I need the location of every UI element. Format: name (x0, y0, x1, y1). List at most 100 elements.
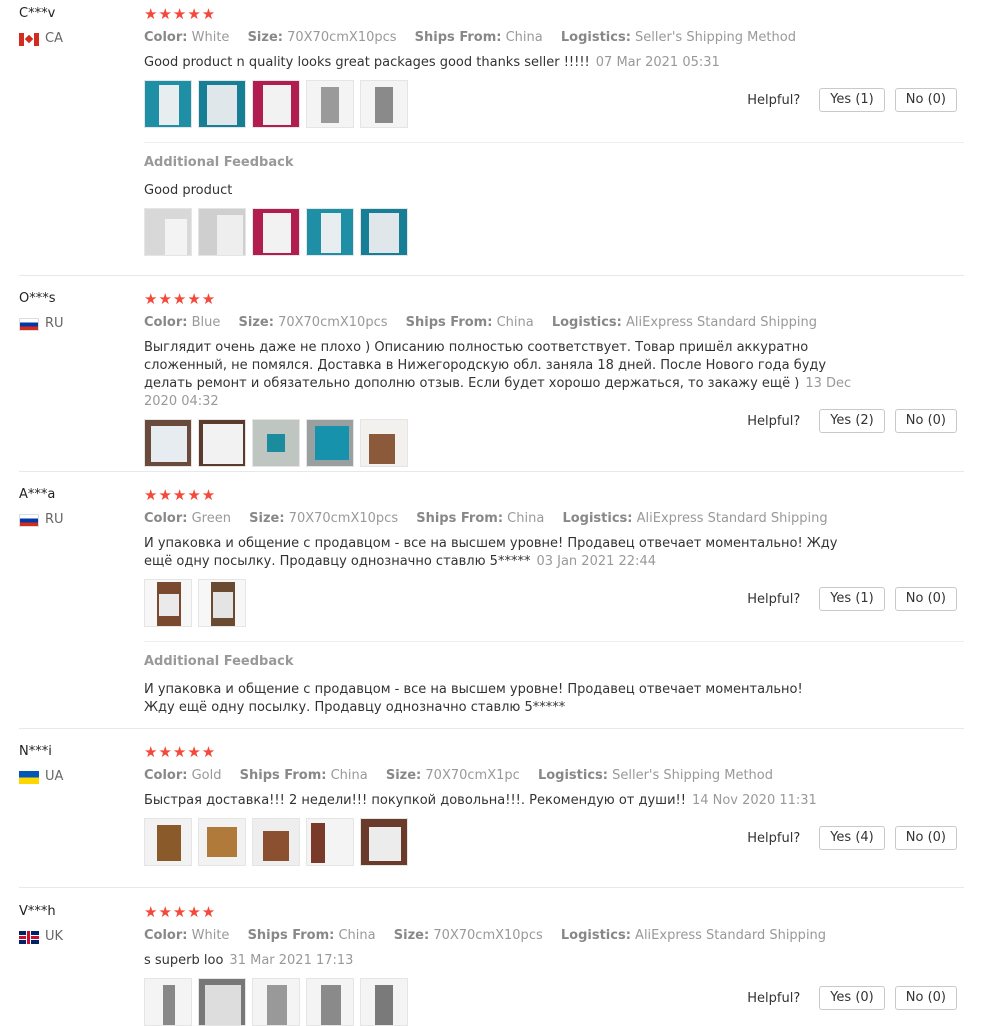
review-body: s superb loo (144, 953, 224, 968)
review-photo[interactable] (306, 978, 354, 1026)
review-photo[interactable] (198, 579, 246, 627)
review-photo[interactable] (252, 978, 300, 1026)
helpful-controls: Helpful? Yes (2) No (0) (747, 409, 957, 433)
country-code: UK (45, 929, 64, 944)
logistics-label: Logistics: (537, 768, 608, 783)
color-value: Gold (191, 768, 222, 783)
helpful-label: Helpful? (747, 591, 801, 607)
review-photo[interactable] (360, 80, 408, 128)
color-label: Color: (144, 315, 188, 330)
reviewer-info: A***a RU (19, 487, 64, 528)
ships-from-label: Ships From: (405, 315, 493, 330)
size-label: Size: (247, 30, 283, 45)
size-label: Size: (238, 315, 274, 330)
uk-flag-icon (19, 930, 39, 944)
reviewer-name: V***h (19, 904, 56, 919)
ships-from-label: Ships From: (414, 30, 502, 45)
size-value: 70X70cmX10pcs (288, 511, 399, 526)
additional-feedback-text: И упаковка и общение с продавцом - все н… (144, 682, 803, 715)
star-rating: ★★★★★ (144, 486, 217, 504)
country-code: UA (45, 769, 64, 784)
reviewer-country: UA (19, 769, 63, 785)
reviewer-info: N***i UA (19, 744, 63, 785)
review-photo[interactable] (144, 818, 192, 866)
reviewer-country: RU (19, 316, 64, 332)
review-text: Good product n quality looks great packa… (144, 54, 864, 72)
review-photo[interactable] (198, 978, 246, 1026)
review-date: 03 Jan 2021 22:44 (536, 554, 656, 569)
size-label: Size: (249, 511, 285, 526)
canada-flag-icon (19, 32, 39, 46)
review-photo[interactable] (306, 80, 354, 128)
logistics-label: Logistics: (562, 511, 633, 526)
helpful-no-button[interactable]: No (0) (894, 986, 957, 1010)
review-photo[interactable] (144, 80, 192, 128)
review-photo[interactable] (252, 208, 300, 256)
helpful-yes-button[interactable]: Yes (1) (819, 587, 885, 611)
helpful-no-button[interactable]: No (0) (894, 826, 957, 850)
logistics-value: AliExpress Standard Shipping (636, 511, 828, 526)
size-label: Size: (385, 768, 422, 783)
review-photo[interactable] (144, 579, 192, 627)
review-photo[interactable] (144, 419, 192, 467)
review-photo[interactable] (198, 818, 246, 866)
helpful-label: Helpful? (747, 413, 801, 429)
color-label: Color: (144, 768, 188, 783)
ships-from-label: Ships From: (239, 768, 327, 783)
review-content: ★★★★★ Color: Blue Size: 70X70cmX10pcs Sh… (144, 291, 964, 467)
logistics-label: Logistics: (560, 30, 631, 45)
review-photo[interactable] (252, 80, 300, 128)
review-date: 14 Nov 2020 11:31 (691, 793, 817, 808)
review-text: s superb loo 31 Mar 2021 17:13 (144, 952, 864, 970)
review-photo[interactable] (144, 978, 192, 1026)
helpful-no-button[interactable]: No (0) (894, 88, 957, 112)
logistics-value: AliExpress Standard Shipping (635, 928, 827, 943)
review-photo[interactable] (144, 208, 192, 256)
size-value: 70X70cmX10pcs (287, 30, 397, 45)
review-photo[interactable] (360, 818, 408, 866)
review-photo[interactable] (306, 208, 354, 256)
review-divider (19, 887, 964, 888)
review-attributes: Color: White Size: 70X70cmX10pcs Ships F… (144, 30, 964, 46)
review-date: 31 Mar 2021 17:13 (229, 953, 354, 968)
additional-feedback-title: Additional Feedback (144, 155, 294, 170)
reviewer-info: V***h UK (19, 904, 63, 945)
review-photo[interactable] (198, 419, 246, 467)
review-photo[interactable] (306, 818, 354, 866)
ships-from-value: China (338, 928, 376, 943)
review-text: Быстрая доставка!!! 2 недели!!! покупкой… (144, 792, 864, 810)
reviewer-country: RU (19, 512, 64, 528)
reviewer-info: O***s RU (19, 291, 64, 332)
review-photo[interactable] (306, 419, 354, 467)
review-attributes: Color: Gold Ships From: China Size: 70X7… (144, 768, 964, 784)
reviewer-name: C***v (19, 6, 56, 21)
helpful-yes-button[interactable]: Yes (4) (819, 826, 885, 850)
country-code: CA (45, 31, 63, 46)
helpful-no-button[interactable]: No (0) (894, 587, 957, 611)
review-photo[interactable] (252, 419, 300, 467)
color-value: White (191, 30, 230, 45)
review-text: Выглядит очень даже не плохо ) Описанию … (144, 339, 864, 411)
review-photo[interactable] (252, 818, 300, 866)
helpful-yes-button[interactable]: Yes (0) (819, 986, 885, 1010)
russia-flag-icon (19, 513, 39, 527)
review-photo[interactable] (198, 80, 246, 128)
review-photo[interactable] (360, 419, 408, 467)
review-body: Good product n quality looks great packa… (144, 55, 590, 70)
ships-from-value: China (330, 768, 368, 783)
helpful-yes-button[interactable]: Yes (1) (819, 88, 885, 112)
additional-feedback-title: Additional Feedback (144, 654, 294, 669)
helpful-yes-button[interactable]: Yes (2) (819, 409, 885, 433)
helpful-controls: Helpful? Yes (0) No (0) (747, 986, 957, 1010)
reviewer-name: N***i (19, 744, 52, 759)
review-photo[interactable] (360, 978, 408, 1026)
logistics-value: AliExpress Standard Shipping (626, 315, 818, 330)
review-text: И упаковка и общение с продавцом - все н… (144, 535, 864, 571)
helpful-no-button[interactable]: No (0) (894, 409, 957, 433)
review-photo[interactable] (198, 208, 246, 256)
reviewer-name: O***s (19, 291, 56, 306)
size-value: 70X70cmX10pcs (433, 928, 543, 943)
review-photo[interactable] (360, 208, 408, 256)
reviewer-name: A***a (19, 487, 56, 502)
ships-from-label: Ships From: (416, 511, 504, 526)
